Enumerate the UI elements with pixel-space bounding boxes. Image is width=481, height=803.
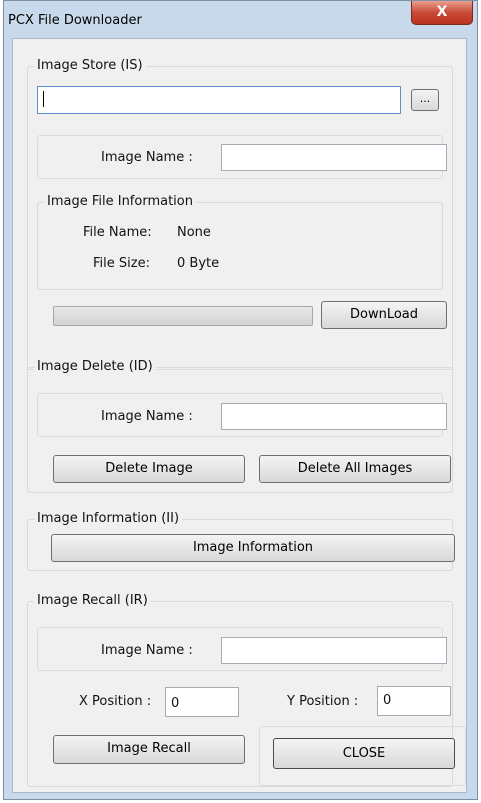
download-progress-bar: [53, 306, 313, 326]
app-window: PCX File Downloader X Image Store (IS) .…: [3, 0, 478, 800]
file-info-group: Image File Information: [37, 194, 443, 290]
download-button[interactable]: DownLoad: [321, 301, 447, 329]
image-recall-title: Image Recall (IR): [34, 593, 151, 608]
image-delete-title: Image Delete (ID): [34, 359, 156, 374]
recall-image-name-input[interactable]: [221, 637, 447, 664]
file-size-label: File Size:: [93, 256, 150, 271]
image-store-title: Image Store (IS): [34, 58, 146, 73]
y-position-input[interactable]: 0: [377, 686, 451, 716]
delete-image-name-input[interactable]: [221, 403, 447, 430]
delete-all-images-button[interactable]: Delete All Images: [259, 455, 451, 483]
file-size-value: 0 Byte: [177, 256, 220, 271]
client-area: Image Store (IS) ... Image Name : Image …: [12, 38, 467, 793]
file-name-label: File Name:: [83, 225, 152, 240]
file-info-title: Image File Information: [44, 194, 196, 209]
close-button[interactable]: CLOSE: [273, 738, 455, 769]
image-information-title: Image Information (II): [34, 511, 183, 526]
window-close-button[interactable]: X: [411, 1, 473, 25]
image-information-button[interactable]: Image Information: [51, 534, 455, 562]
y-position-label: Y Position :: [287, 694, 359, 709]
title-bar[interactable]: PCX File Downloader X: [4, 1, 477, 37]
x-position-label: X Position :: [79, 694, 152, 709]
file-name-value: None: [177, 225, 211, 240]
x-position-input[interactable]: 0: [165, 687, 239, 717]
image-recall-button[interactable]: Image Recall: [53, 735, 245, 764]
delete-image-name-label: Image Name :: [101, 409, 193, 424]
store-image-name-input[interactable]: [221, 144, 447, 171]
delete-image-button[interactable]: Delete Image: [53, 455, 245, 483]
image-name-label: Image Name :: [101, 150, 193, 165]
browse-button[interactable]: ...: [411, 89, 439, 111]
recall-image-name-label: Image Name :: [101, 643, 193, 658]
image-path-field[interactable]: [37, 86, 401, 114]
text-caret: [43, 91, 44, 107]
window-title: PCX File Downloader: [8, 13, 142, 28]
